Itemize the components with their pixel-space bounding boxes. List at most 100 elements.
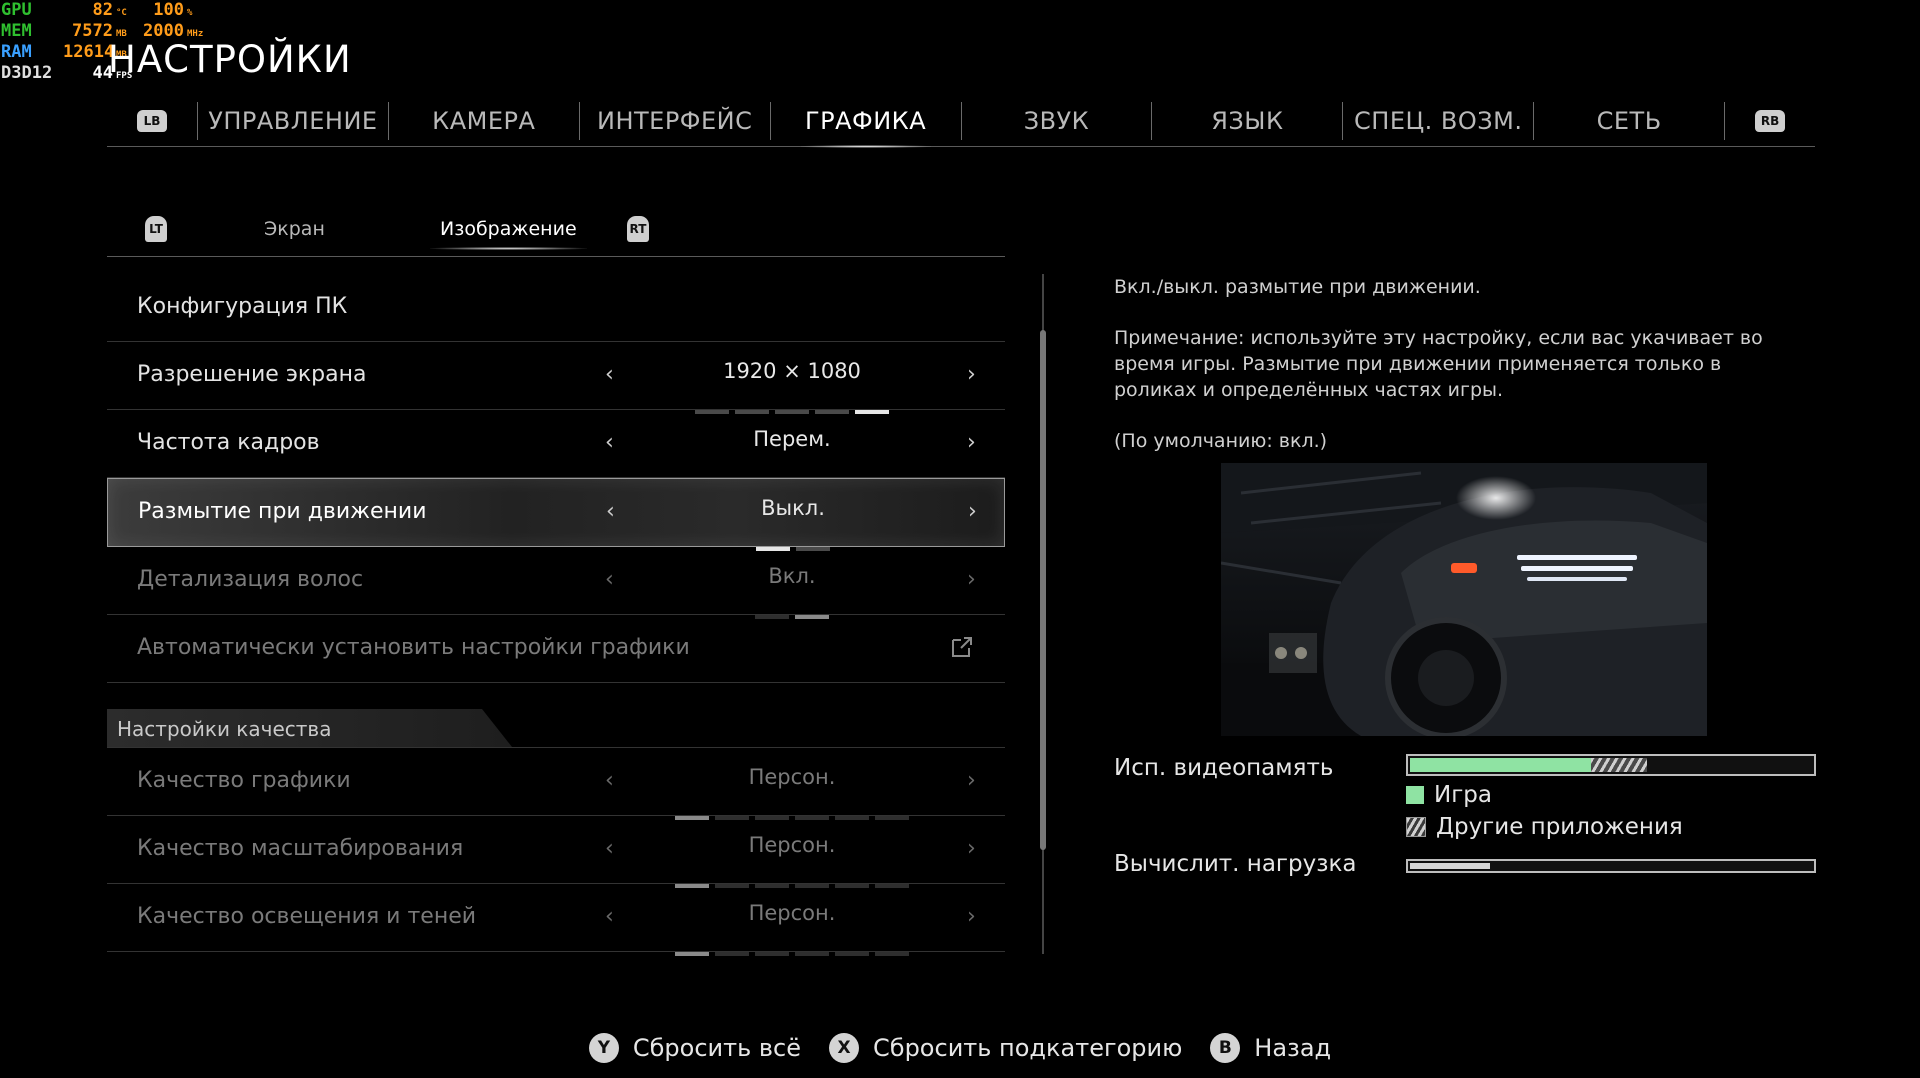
tab-camera[interactable]: КАМЕРА xyxy=(389,96,579,146)
legend-other-swatch xyxy=(1406,817,1426,837)
subtab-image[interactable]: Изображение xyxy=(430,218,587,250)
setting-value: Персон. xyxy=(627,765,957,820)
chevron-right-icon[interactable]: › xyxy=(967,430,976,455)
external-link-icon[interactable] xyxy=(950,635,974,659)
chevron-right-icon[interactable]: › xyxy=(967,768,976,793)
segment-marker xyxy=(795,952,829,956)
overlay-gpu-label: GPU xyxy=(1,0,32,20)
section-title: Настройки качества xyxy=(117,717,332,741)
chevron-right-icon[interactable]: › xyxy=(967,362,976,387)
compute-load-fill xyxy=(1410,863,1490,869)
vram-usage-bar xyxy=(1406,754,1816,776)
setting-label: Автоматически установить настройки графи… xyxy=(137,635,690,660)
preview-image xyxy=(1221,463,1707,736)
setting-value: Персон. xyxy=(627,901,957,956)
setting-row-auto-graphics[interactable]: Автоматически установить настройки графи… xyxy=(107,615,1005,683)
chevron-left-icon[interactable]: ‹ xyxy=(605,430,614,455)
sub-tab-bar: LT Экран Изображение RT xyxy=(107,208,1005,257)
tab-graphics[interactable]: ГРАФИКА xyxy=(771,96,961,148)
setting-row-motion-blur[interactable]: Размытие при движении ‹ Выкл. › xyxy=(107,478,1005,551)
compute-load-label: Вычислит. нагрузка xyxy=(1114,851,1357,877)
subtab-screen[interactable]: Экран xyxy=(264,218,325,240)
chevron-left-icon[interactable]: ‹ xyxy=(605,362,614,387)
segment-marker xyxy=(715,952,749,956)
setting-label: Размытие при движении xyxy=(138,499,427,524)
chevron-right-icon[interactable]: › xyxy=(967,904,976,929)
chevron-right-icon[interactable]: › xyxy=(968,499,977,524)
setting-row-upscaling-quality[interactable]: Качество масштабирования ‹ Персон. › xyxy=(107,816,1005,888)
top-tab-bar: LB УПРАВЛЕНИЕ КАМЕРА ИНТЕРФЕЙС ГРАФИКА З… xyxy=(107,96,1815,148)
chevron-left-icon[interactable]: ‹ xyxy=(606,499,615,524)
segment-marker xyxy=(675,952,709,956)
reset-all-button[interactable]: Y Сбросить всё xyxy=(588,1033,802,1063)
setting-label: Разрешение экрана xyxy=(137,362,367,387)
setting-row-framerate[interactable]: Частота кадров ‹ Перем. › xyxy=(107,410,1005,482)
setting-label: Частота кадров xyxy=(137,430,320,455)
tab-interface[interactable]: ИНТЕРФЕЙС xyxy=(580,96,770,146)
chevron-left-icon[interactable]: ‹ xyxy=(605,567,614,592)
setting-label: Качество освещения и теней xyxy=(137,904,477,929)
segment-marker xyxy=(835,952,869,956)
setting-value-text: Перем. xyxy=(753,427,831,451)
overlay-gpu-load: 100 xyxy=(153,0,184,20)
rt-trigger-icon[interactable]: RT xyxy=(627,216,649,242)
setting-value: 1920 × 1080 xyxy=(627,359,957,414)
setting-value: Вкл. xyxy=(627,564,957,619)
lt-trigger-icon[interactable]: LT xyxy=(145,216,167,242)
overlay-ram-label: RAM xyxy=(1,42,32,62)
setting-value-text: Персон. xyxy=(748,901,836,925)
chevron-right-icon[interactable]: › xyxy=(967,836,976,861)
button-prompts-footer: Y Сбросить всё X Сбросить подкатегорию B… xyxy=(0,1033,1920,1063)
setting-value: Перем. xyxy=(627,427,957,482)
tab-sound[interactable]: ЗВУК xyxy=(962,96,1152,146)
setting-label: Детализация волос xyxy=(137,567,364,592)
tab-controls[interactable]: УПРАВЛЕНИЕ xyxy=(198,96,388,146)
legend-game-swatch xyxy=(1406,786,1424,804)
overlay-ram-used: 12614 xyxy=(63,42,115,62)
overlay-mem-label: MEM xyxy=(1,21,32,41)
legend-other-apps: Другие приложения xyxy=(1406,814,1683,840)
tab-network[interactable]: СЕТЬ xyxy=(1534,96,1724,146)
b-button-icon: B xyxy=(1210,1033,1241,1063)
lb-bumper-button[interactable]: LB xyxy=(107,96,197,146)
setting-row-resolution[interactable]: Разрешение экрана ‹ 1920 × 1080 › xyxy=(107,342,1005,414)
settings-list: Конфигурация ПК Разрешение экрана ‹ 1920… xyxy=(107,274,1005,956)
quality-section-header: Настройки качества xyxy=(107,709,1005,748)
chevron-left-icon[interactable]: ‹ xyxy=(605,768,614,793)
setting-value: Персон. xyxy=(627,833,957,888)
chevron-right-icon[interactable]: › xyxy=(967,567,976,592)
vram-usage-label: Исп. видеопамять xyxy=(1114,755,1334,781)
overlay-gpu-load-unit: % xyxy=(187,8,193,18)
x-button-icon: X xyxy=(829,1033,860,1063)
chevron-left-icon[interactable]: ‹ xyxy=(605,904,614,929)
setting-row-graphics-quality[interactable]: Качество графики ‹ Персон. › xyxy=(107,748,1005,820)
setting-row-lighting-quality[interactable]: Качество освещения и теней ‹ Персон. › xyxy=(107,884,1005,956)
tab-accessibility[interactable]: СПЕЦ. ВОЗМ. xyxy=(1343,96,1533,146)
overlay-gpu-temp-unit: °C xyxy=(116,8,127,18)
chevron-left-icon[interactable]: ‹ xyxy=(605,836,614,861)
setting-row-pc-config[interactable]: Конфигурация ПК xyxy=(107,274,1005,342)
legend-game: Игра xyxy=(1406,782,1492,808)
setting-description: Вкл./выкл. размытие при движении. Примеч… xyxy=(1114,274,1794,479)
legend-game-label: Игра xyxy=(1434,782,1492,808)
y-button-icon: Y xyxy=(588,1033,619,1063)
rb-bumper-button[interactable]: RB xyxy=(1725,96,1815,146)
legend-other-label: Другие приложения xyxy=(1436,814,1683,840)
setting-value-text: Персон. xyxy=(748,765,836,789)
reset-subcategory-button[interactable]: X Сбросить подкатегорию xyxy=(829,1033,1182,1063)
footer-label: Назад xyxy=(1254,1034,1332,1062)
setting-label: Качество графики xyxy=(137,768,351,793)
setting-row-hair-detail[interactable]: Детализация волос ‹ Вкл. › xyxy=(107,547,1005,619)
setting-value-text: Вкл. xyxy=(768,564,816,588)
lb-icon: LB xyxy=(136,110,167,132)
car-preview-illustration xyxy=(1221,463,1707,736)
setting-value-text: Выкл. xyxy=(761,496,825,520)
setting-segment-indicator xyxy=(627,952,957,956)
tab-language[interactable]: ЯЗЫК xyxy=(1152,96,1342,146)
footer-label: Сбросить подкатегорию xyxy=(873,1034,1183,1062)
setting-value-text: Персон. xyxy=(748,833,836,857)
scrollbar-thumb[interactable] xyxy=(1040,330,1046,850)
footer-label: Сбросить всё xyxy=(632,1034,802,1062)
setting-label: Конфигурация ПК xyxy=(137,294,348,319)
back-button[interactable]: B Назад xyxy=(1210,1033,1331,1063)
